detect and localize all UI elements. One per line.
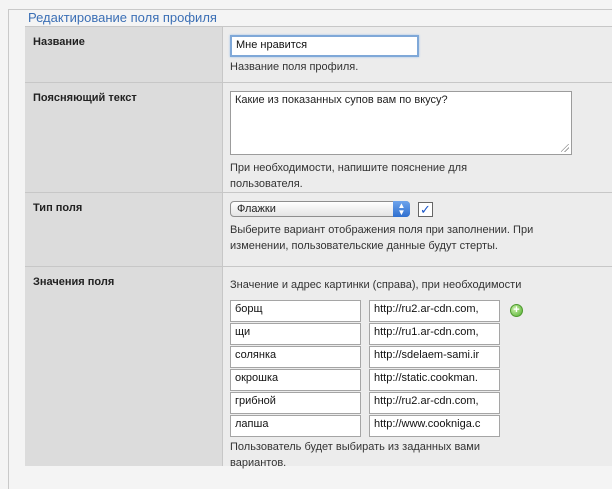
- values-grid: борщ http://ru2.ar-cdn.com, + щи http://…: [230, 299, 612, 437]
- value-input[interactable]: лапша: [230, 414, 361, 437]
- fieldset-legend: Редактирование поля профиля: [23, 10, 222, 26]
- description-text: Какие из показанных супов вам по вкусу?: [235, 94, 448, 106]
- type-row: Тип поля Флажки ▲ ▼ ✓ Выберите вариант от…: [25, 192, 612, 266]
- type-controls: Флажки ▲ ▼ ✓: [230, 201, 612, 217]
- values-hint-line1: Пользователь будет выбирать из заданных …: [230, 441, 481, 453]
- values-hint-line2: вариантов.: [230, 457, 287, 469]
- image-url-input[interactable]: http://ru1.ar-cdn.com,: [369, 322, 500, 345]
- name-label: Название: [25, 27, 222, 82]
- field-type-checkbox[interactable]: ✓: [418, 201, 433, 217]
- description-value-cell: Какие из показанных супов вам по вкусу? …: [222, 83, 612, 192]
- resize-grip-icon[interactable]: [561, 144, 569, 152]
- value-input[interactable]: солянка: [230, 345, 361, 368]
- field-type-select[interactable]: Флажки ▲ ▼: [230, 201, 410, 217]
- image-url-input[interactable]: http://ru2.ar-cdn.com,: [369, 391, 500, 414]
- name-input[interactable]: Мне нравится: [230, 35, 419, 57]
- type-hint-line2: изменении, пользовательские данные будут…: [230, 240, 498, 252]
- description-hint-line2: пользователя.: [230, 178, 303, 190]
- add-value-icon[interactable]: +: [510, 304, 523, 317]
- values-value-cell: Значение и адрес картинки (справа), при …: [222, 267, 612, 469]
- value-row: окрошка http://static.cookman.: [230, 368, 612, 391]
- description-textarea[interactable]: Какие из показанных супов вам по вкусу?: [230, 91, 572, 155]
- name-hint: Название поля профиля.: [230, 61, 359, 73]
- value-row: лапша http://www.cookniga.c: [230, 414, 612, 437]
- value-row: борщ http://ru2.ar-cdn.com, +: [230, 299, 612, 322]
- value-row: солянка http://sdelaem-sami.ir: [230, 345, 612, 368]
- select-arrows-icon: ▲ ▼: [393, 201, 410, 217]
- value-input[interactable]: грибной: [230, 391, 361, 414]
- value-input[interactable]: окрошка: [230, 368, 361, 391]
- field-type-selected: Флажки: [237, 203, 276, 215]
- type-label: Тип поля: [25, 193, 222, 266]
- type-value-cell: Флажки ▲ ▼ ✓ Выберите вариант отображения…: [222, 193, 612, 266]
- values-caption: Значение и адрес картинки (справа), при …: [230, 279, 522, 291]
- image-url-input[interactable]: http://www.cookniga.c: [369, 414, 500, 437]
- value-input[interactable]: щи: [230, 322, 361, 345]
- description-row: Поясняющий текст Какие из показанных суп…: [25, 82, 612, 192]
- values-label: Значения поля: [25, 267, 222, 466]
- description-hint-line1: При необходимости, напишите пояснение дл…: [230, 162, 468, 174]
- form-table: Название Мне нравится Название поля проф…: [25, 26, 612, 469]
- value-input[interactable]: борщ: [230, 299, 361, 322]
- values-row: Значения поля Значение и адрес картинки …: [25, 266, 612, 469]
- name-value-cell: Мне нравится Название поля профиля.: [222, 27, 612, 82]
- image-url-input[interactable]: http://ru2.ar-cdn.com,: [369, 299, 500, 322]
- image-url-input[interactable]: http://sdelaem-sami.ir: [369, 345, 500, 368]
- type-hint-line1: Выберите вариант отображения поля при за…: [230, 224, 534, 236]
- name-row: Название Мне нравится Название поля проф…: [25, 26, 612, 82]
- value-row: щи http://ru1.ar-cdn.com,: [230, 322, 612, 345]
- description-label: Поясняющий текст: [25, 83, 222, 192]
- value-row: грибной http://ru2.ar-cdn.com,: [230, 391, 612, 414]
- image-url-input[interactable]: http://static.cookman.: [369, 368, 500, 391]
